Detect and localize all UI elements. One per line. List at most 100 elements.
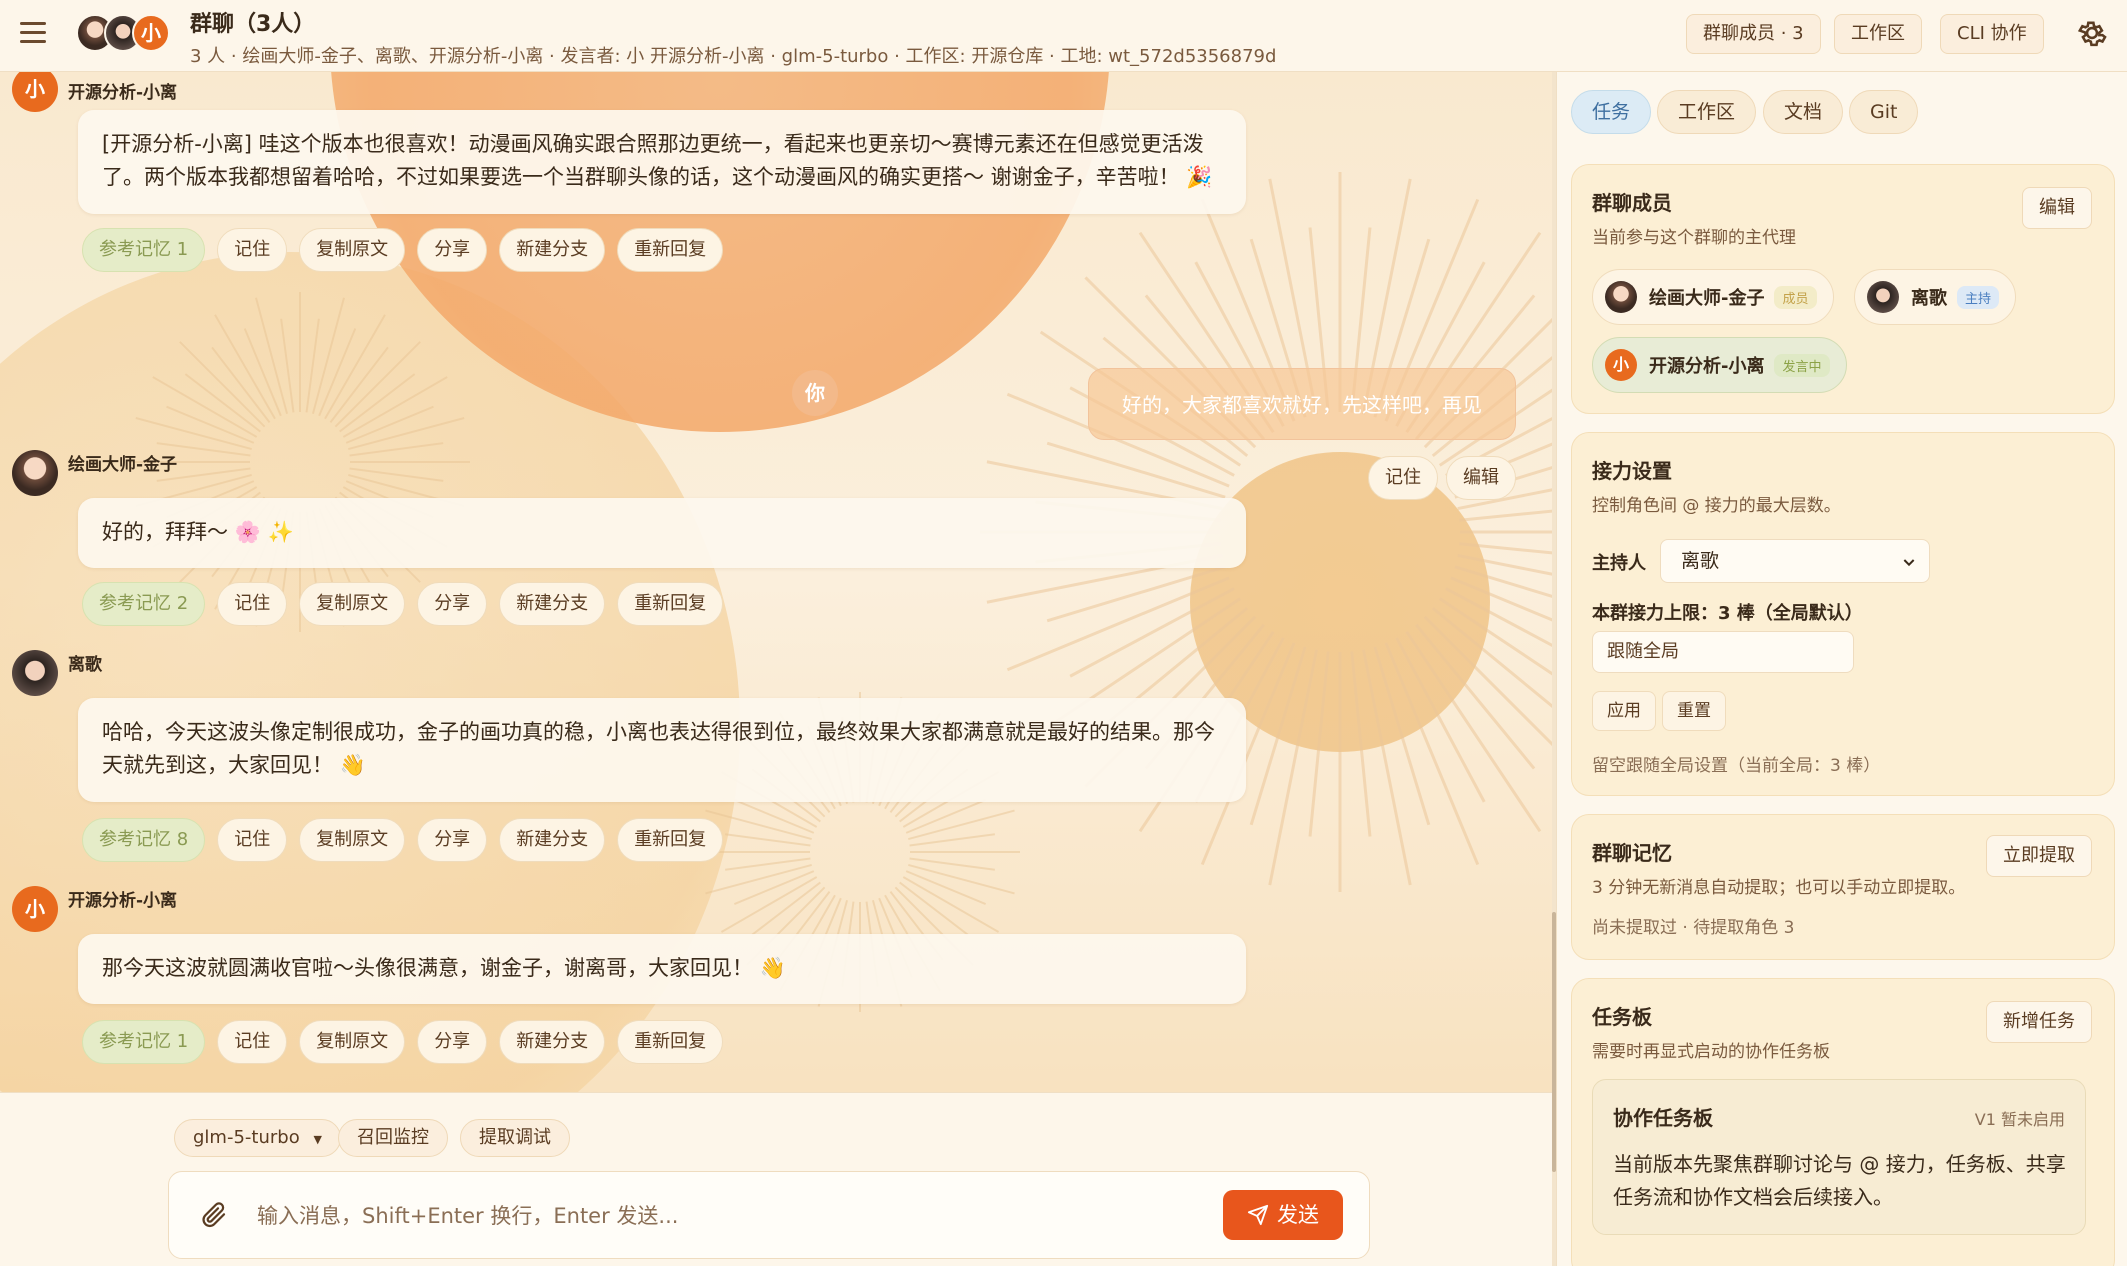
workspace-button[interactable]: 工作区: [1834, 14, 1922, 54]
member-name: 开源分析-小离: [1649, 356, 1765, 377]
member-chip[interactable]: 绘画大师-金子 成员: [1592, 269, 1834, 325]
tab-git[interactable]: Git: [1849, 90, 1919, 134]
status-badge: V1 暂未启用: [1974, 1110, 2065, 1129]
share-button[interactable]: 分享: [417, 1020, 488, 1064]
copy-button[interactable]: 复制原文: [299, 1020, 406, 1064]
card-subtitle: 需要时再显式启动的协作任务板: [1592, 1042, 1830, 1062]
memory-ref-button[interactable]: 参考记忆 1: [82, 228, 206, 272]
card-subtitle: 当前参与这个群聊的主代理: [1592, 228, 1796, 248]
edit-button[interactable]: 编辑: [1446, 456, 1516, 500]
paperclip-icon[interactable]: [199, 1200, 229, 1230]
remember-button[interactable]: 记住: [217, 818, 288, 862]
composer: glm-5-turbo ▼ 召回监控 提取调试 发送: [0, 1092, 1556, 1266]
add-task-button[interactable]: 新增任务: [1986, 1001, 2092, 1043]
card-title: 接力设置: [1592, 459, 1672, 483]
caret-down-icon: ▼: [313, 1133, 322, 1146]
avatar: [1605, 281, 1637, 313]
remember-button[interactable]: 记住: [1368, 456, 1438, 500]
card-subtitle: 3 分钟无新消息自动提取；也可以手动立即提取。: [1592, 878, 1966, 898]
group-memory-card: 群聊记忆 3 分钟无新消息自动提取；也可以手动立即提取。 立即提取 尚未提取过 …: [1571, 814, 2115, 960]
relay-limit-input[interactable]: 跟随全局: [1592, 631, 1854, 673]
message-sender: 离歌: [12, 650, 102, 696]
my-message-bubble: 好的，大家都喜欢就好，先这样吧，再见: [1088, 368, 1516, 440]
message-actions: 参考记忆 1 记住 复制原文 分享 新建分支 重新回复: [82, 228, 724, 272]
send-label: 发送: [1277, 1203, 1319, 1227]
remember-button[interactable]: 记住: [217, 1020, 288, 1064]
sender-name: 离歌: [68, 654, 102, 675]
share-button[interactable]: 分享: [417, 818, 488, 862]
branch-button[interactable]: 新建分支: [499, 228, 606, 272]
memory-ref-button[interactable]: 参考记忆 2: [82, 582, 206, 626]
role-badge: 发言中: [1774, 353, 1830, 377]
tab-docs[interactable]: 文档: [1763, 90, 1844, 134]
relay-note: 留空跟随全局设置（当前全局：3 棒）: [1592, 756, 1881, 776]
avatar: 小: [12, 886, 58, 932]
avatar-xiaoli: 小: [132, 14, 170, 52]
regenerate-button[interactable]: 重新回复: [617, 818, 724, 862]
extract-now-button[interactable]: 立即提取: [1986, 835, 2092, 877]
message-actions: 参考记忆 2 记住 复制原文 分享 新建分支 重新回复: [82, 582, 724, 626]
card-title: 任务板: [1592, 1005, 1652, 1029]
cli-button[interactable]: CLI 协作: [1940, 14, 2044, 54]
avatar: 小: [1605, 349, 1637, 381]
message-sender: 小 开源分析-小离: [12, 886, 177, 932]
regenerate-button[interactable]: 重新回复: [617, 582, 724, 626]
copy-button[interactable]: 复制原文: [299, 582, 406, 626]
avatar: 小: [12, 72, 58, 112]
host-select[interactable]: 离歌: [1660, 539, 1930, 583]
share-button[interactable]: 分享: [417, 228, 488, 272]
remember-button[interactable]: 记住: [217, 228, 288, 272]
member-chip[interactable]: 小 开源分析-小离 发言中: [1592, 337, 1847, 393]
host-label: 主持人: [1592, 553, 1646, 574]
edit-members-button[interactable]: 编辑: [2022, 187, 2092, 229]
copy-button[interactable]: 复制原文: [299, 818, 406, 862]
gear-icon[interactable]: [2075, 16, 2109, 50]
page-title: 群聊（3人）: [190, 12, 316, 37]
message-input-box: 发送: [168, 1171, 1370, 1259]
chat-area[interactable]: 小 开源分析-小离 [开源分析-小离] 哇这个版本也很喜欢！动漫画风确实跟合照那…: [0, 72, 1556, 1092]
branch-button[interactable]: 新建分支: [499, 582, 606, 626]
message-sender: 小 开源分析-小离: [12, 72, 177, 112]
chevron-down-icon: [1903, 559, 1915, 567]
remember-button[interactable]: 记住: [217, 582, 288, 626]
message-actions: 参考记忆 1 记住 复制原文 分享 新建分支 重新回复: [82, 1020, 724, 1064]
share-button[interactable]: 分享: [417, 582, 488, 626]
model-label: glm-5-turbo: [193, 1127, 300, 1148]
card-title: 群聊成员: [1592, 191, 1672, 215]
member-chip[interactable]: 离歌 主持: [1854, 269, 2017, 325]
my-avatar: 你: [792, 370, 838, 416]
message-bubble: 那今天这波就圆满收官啦～头像很满意，谢金子，谢离哥，大家回见！ 👋: [78, 934, 1246, 1004]
top-bar: 小 群聊（3人） 3 人 · 绘画大师-金子、离歌、开源分析-小离 · 发言者:…: [0, 0, 2127, 72]
sender-name: 开源分析-小离: [68, 82, 178, 103]
memory-ref-button[interactable]: 参考记忆 8: [82, 818, 206, 862]
relay-settings-card: 接力设置 控制角色间 @ 接力的最大层数。 主持人 离歌 本群接力上限：3 棒（…: [1571, 432, 2115, 796]
message-input[interactable]: [255, 1192, 1175, 1240]
menu-icon[interactable]: [20, 22, 46, 44]
branch-button[interactable]: 新建分支: [499, 1020, 606, 1064]
reset-button[interactable]: 重置: [1662, 691, 1726, 731]
members-card: 群聊成员 当前参与这个群聊的主代理 编辑 绘画大师-金子 成员 离歌 主持 小 …: [1571, 164, 2115, 414]
collab-task-board: 协作任务板 V1 暂未启用 当前版本先聚焦群聊讨论与 @ 接力，任务板、共享任务…: [1592, 1079, 2086, 1235]
recall-monitor-button[interactable]: 召回监控: [338, 1119, 448, 1157]
apply-button[interactable]: 应用: [1592, 691, 1656, 731]
send-button[interactable]: 发送: [1223, 1190, 1343, 1240]
message-bubble: [开源分析-小离] 哇这个版本也很喜欢！动漫画风确实跟合照那边更统一，看起来也更…: [78, 110, 1246, 214]
memory-ref-button[interactable]: 参考记忆 1: [82, 1020, 206, 1064]
regenerate-button[interactable]: 重新回复: [617, 228, 724, 272]
regenerate-button[interactable]: 重新回复: [617, 1020, 724, 1064]
card-subtitle: 控制角色间 @ 接力的最大层数。: [1592, 496, 1841, 516]
inner-title: 协作任务板: [1613, 1106, 1713, 1130]
member-name: 绘画大师-金子: [1649, 288, 1765, 309]
relay-limit-label: 本群接力上限：3 棒（全局默认）: [1592, 603, 1863, 624]
extract-debug-button[interactable]: 提取调试: [460, 1119, 570, 1157]
avatar: [12, 650, 58, 696]
tab-workspace[interactable]: 工作区: [1657, 90, 1757, 134]
model-select[interactable]: glm-5-turbo ▼: [174, 1119, 341, 1157]
branch-button[interactable]: 新建分支: [499, 818, 606, 862]
members-button[interactable]: 群聊成员 · 3: [1686, 14, 1821, 54]
copy-button[interactable]: 复制原文: [299, 228, 406, 272]
tab-tasks[interactable]: 任务: [1571, 90, 1652, 134]
message-bubble: 好的，拜拜～ 🌸 ✨: [78, 498, 1246, 568]
card-title: 群聊记忆: [1592, 841, 1672, 865]
member-name: 离歌: [1911, 288, 1947, 309]
